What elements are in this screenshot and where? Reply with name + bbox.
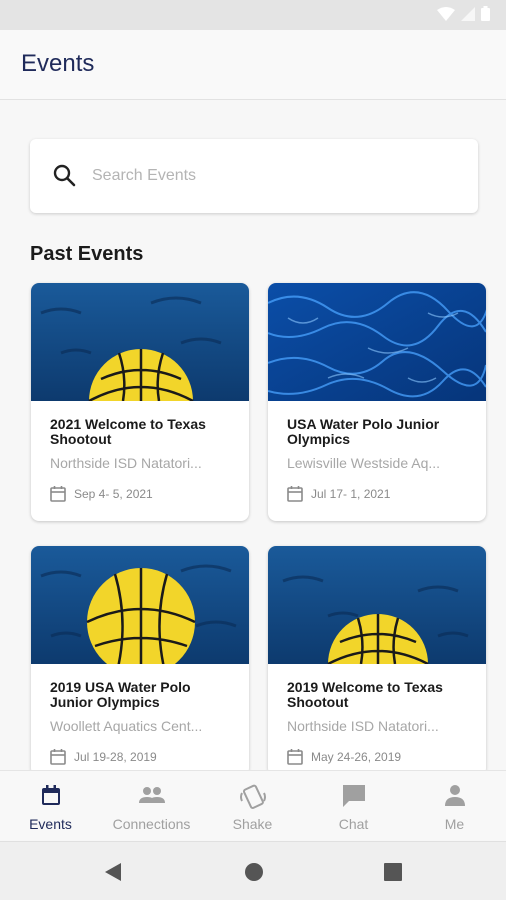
nav-label: Shake: [232, 816, 273, 832]
event-card[interactable]: 2019 Welcome to Texas Shootout Northside…: [268, 546, 486, 776]
nav-item-shake[interactable]: Shake: [202, 771, 303, 841]
page-title: Events: [21, 50, 95, 77]
status-bar: [0, 0, 506, 30]
calendar-icon: [287, 749, 303, 765]
event-title: 2019 Welcome to Texas Shootout: [287, 679, 443, 710]
water-polo-ball-image: [31, 546, 249, 664]
event-title: USA Water Polo Junior Olympics: [287, 416, 440, 447]
battery-icon: [481, 6, 490, 21]
search-placeholder[interactable]: Search Events: [92, 167, 196, 185]
app-bar: Events: [0, 30, 506, 100]
event-venue: Northside ISD Natatori...: [50, 455, 202, 471]
bottom-navigation: Events Connections Shake Chat Me: [0, 770, 506, 840]
calendar-icon: [287, 486, 303, 502]
event-date: Jul 17- 1, 2021: [311, 486, 391, 501]
recents-icon[interactable]: [384, 863, 402, 881]
water-polo-ball-image: [268, 546, 486, 664]
nav-item-me[interactable]: Me: [404, 771, 505, 841]
event-card[interactable]: 2019 USA Water Polo Junior Olympics Wool…: [31, 546, 249, 776]
calendar-icon: [41, 785, 60, 805]
event-title: 2019 USA Water Polo Junior Olympics: [50, 679, 191, 710]
system-navigation-bar: [0, 841, 506, 900]
event-date: May 24-26, 2019: [311, 749, 402, 764]
nav-label: Me: [444, 816, 465, 832]
event-date: Jul 19-28, 2019: [74, 749, 157, 764]
nav-label: Chat: [338, 816, 369, 832]
chat-bubble-icon: [342, 785, 365, 807]
event-title: 2021 Welcome to Texas Shootout: [50, 416, 206, 447]
event-venue: Lewisville Westside Aq...: [287, 455, 441, 471]
home-icon[interactable]: [244, 862, 264, 882]
nav-item-events[interactable]: Events: [0, 771, 101, 841]
signal-icon: [461, 6, 475, 21]
event-card[interactable]: 2021 Welcome to Texas Shootout Northside…: [31, 283, 249, 521]
person-icon: [444, 785, 465, 806]
nav-label: Events: [29, 816, 72, 832]
back-icon[interactable]: [103, 862, 123, 882]
people-icon: [138, 787, 165, 803]
nav-item-connections[interactable]: Connections: [101, 771, 202, 841]
wifi-icon: [437, 6, 455, 21]
status-icons: [437, 6, 490, 21]
event-venue: Northside ISD Natatori...: [287, 718, 439, 734]
search-icon: [53, 164, 76, 187]
calendar-icon: [50, 486, 66, 502]
pool-water-image: [268, 283, 486, 401]
event-date: Sep 4- 5, 2021: [74, 486, 153, 501]
event-card[interactable]: USA Water Polo Junior Olympics Lewisvill…: [268, 283, 486, 521]
search-field[interactable]: Search Events: [30, 139, 478, 213]
section-title: Past Events: [30, 243, 144, 265]
calendar-icon: [50, 749, 66, 765]
water-polo-ball-image: [31, 283, 249, 401]
event-venue: Woollett Aquatics Cent...: [50, 718, 203, 734]
shake-phone-icon: [239, 784, 266, 809]
nav-item-chat[interactable]: Chat: [303, 771, 404, 841]
nav-label: Connections: [112, 816, 191, 832]
